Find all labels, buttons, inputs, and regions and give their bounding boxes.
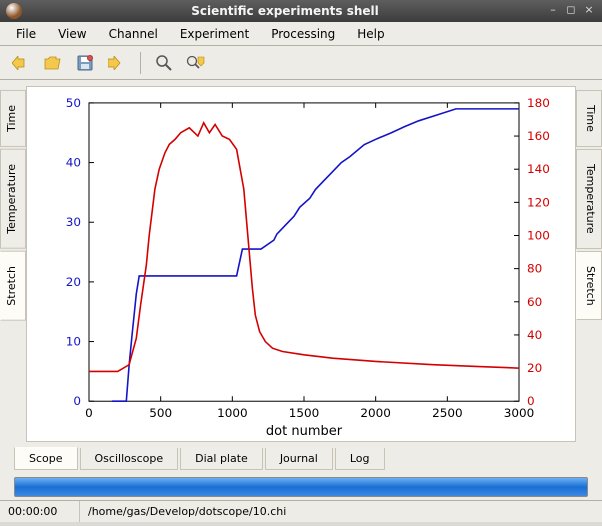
svg-text:2500: 2500 xyxy=(432,406,463,420)
svg-text:30: 30 xyxy=(66,215,81,229)
side-tab-temperature[interactable]: Temperature xyxy=(0,149,26,249)
main-area: TimeTemperatureStretch 05001000150020002… xyxy=(0,80,602,448)
floppy-save-icon xyxy=(76,54,94,72)
svg-text:140: 140 xyxy=(527,162,550,176)
svg-text:10: 10 xyxy=(66,335,81,349)
bottom-tabs: ScopeOscilloscopeDial plateJournalLog xyxy=(0,448,602,474)
side-tab-temperature[interactable]: Temperature xyxy=(576,149,602,249)
menu-file[interactable]: File xyxy=(6,24,46,44)
right-side-tabs: TimeTemperatureStretch xyxy=(576,80,602,448)
menu-channel[interactable]: Channel xyxy=(99,24,168,44)
svg-text:100: 100 xyxy=(527,229,550,243)
bottom-tab-oscilloscope[interactable]: Oscilloscope xyxy=(80,448,179,470)
svg-text:0: 0 xyxy=(527,394,535,408)
svg-text:20: 20 xyxy=(527,361,542,375)
chart-panel: 050010001500200025003000dot number010203… xyxy=(26,86,576,442)
status-bar: 00:00:00 /home/gas/Develop/dotscope/10.c… xyxy=(0,500,602,522)
menu-view[interactable]: View xyxy=(48,24,96,44)
close-button[interactable]: × xyxy=(582,4,596,18)
arrow-left-icon xyxy=(12,56,30,70)
window-title: Scientific experiments shell xyxy=(28,4,542,18)
open-button[interactable] xyxy=(40,50,66,76)
svg-text:1500: 1500 xyxy=(289,406,320,420)
title-bar: Scientific experiments shell – ◻ × xyxy=(0,0,602,22)
svg-text:0: 0 xyxy=(73,394,81,408)
bottom-tab-scope[interactable]: Scope xyxy=(14,447,78,470)
magnifier-icon xyxy=(155,54,173,72)
svg-text:2000: 2000 xyxy=(360,406,391,420)
svg-text:160: 160 xyxy=(527,129,550,143)
save-button[interactable] xyxy=(72,50,98,76)
svg-text:dot number: dot number xyxy=(266,424,343,439)
svg-text:80: 80 xyxy=(527,262,542,276)
bottom-tab-journal[interactable]: Journal xyxy=(265,448,333,470)
arrow-right-icon xyxy=(108,56,126,70)
left-side-tabs: TimeTemperatureStretch xyxy=(0,80,26,448)
svg-text:3000: 3000 xyxy=(504,406,535,420)
svg-text:500: 500 xyxy=(149,406,172,420)
zoom-tag-button[interactable] xyxy=(183,50,209,76)
app-icon xyxy=(6,3,22,19)
menu-help[interactable]: Help xyxy=(347,24,394,44)
side-tab-time[interactable]: Time xyxy=(0,90,26,147)
svg-text:1000: 1000 xyxy=(217,406,248,420)
side-tab-time[interactable]: Time xyxy=(576,90,602,147)
side-tab-stretch[interactable]: Stretch xyxy=(576,251,602,321)
svg-text:0: 0 xyxy=(85,406,93,420)
svg-text:40: 40 xyxy=(527,328,542,342)
forward-button[interactable] xyxy=(104,50,130,76)
menu-processing[interactable]: Processing xyxy=(261,24,345,44)
chart-svg: 050010001500200025003000dot number010203… xyxy=(27,87,575,441)
toolbar xyxy=(0,46,602,80)
progress-bar-wrap xyxy=(0,474,602,500)
svg-text:120: 120 xyxy=(527,195,550,209)
menu-experiment[interactable]: Experiment xyxy=(170,24,259,44)
svg-text:50: 50 xyxy=(66,96,81,110)
bottom-tab-log[interactable]: Log xyxy=(335,448,385,470)
minimize-button[interactable]: – xyxy=(546,4,560,18)
progress-bar xyxy=(14,477,588,497)
side-tab-stretch[interactable]: Stretch xyxy=(0,251,26,321)
toolbar-separator xyxy=(140,52,141,74)
folder-open-icon xyxy=(44,55,62,71)
status-time: 00:00:00 xyxy=(0,501,80,522)
svg-text:20: 20 xyxy=(66,275,81,289)
status-path: /home/gas/Develop/dotscope/10.chi xyxy=(80,501,602,522)
svg-text:180: 180 xyxy=(527,96,550,110)
back-button[interactable] xyxy=(8,50,34,76)
bottom-tab-dial-plate[interactable]: Dial plate xyxy=(180,448,263,470)
svg-text:60: 60 xyxy=(527,295,542,309)
maximize-button[interactable]: ◻ xyxy=(564,4,578,18)
magnifier-tag-icon xyxy=(186,54,206,72)
svg-text:40: 40 xyxy=(66,156,81,170)
menu-bar: File View Channel Experiment Processing … xyxy=(0,22,602,46)
zoom-button[interactable] xyxy=(151,50,177,76)
